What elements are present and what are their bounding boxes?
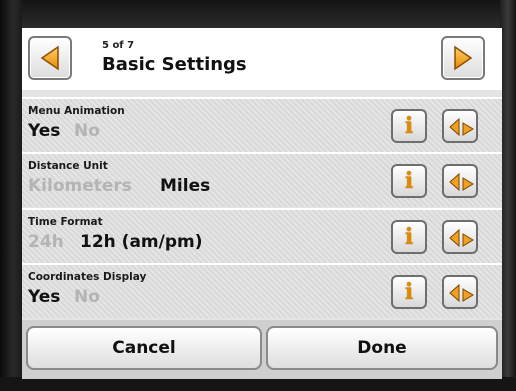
previous-page-button[interactable] [28, 36, 72, 80]
info-icon: i [404, 224, 414, 250]
option-yes[interactable]: Yes [28, 121, 60, 141]
setting-row-time-format: Time Format 24h 12h (am/pm) i [22, 208, 502, 263]
dialog-footer: Cancel Done [22, 320, 502, 379]
toggle-arrows-icon [449, 228, 474, 248]
toggle-value-button[interactable] [442, 164, 478, 198]
info-button[interactable]: i [391, 109, 427, 143]
setting-label: Distance Unit [28, 160, 108, 172]
info-button[interactable]: i [391, 220, 427, 254]
setting-row-distance-unit: Distance Unit Kilometers Miles i [22, 152, 502, 207]
option-no[interactable]: No [74, 287, 100, 307]
info-button[interactable]: i [391, 164, 427, 198]
page-indicator: 5 of 7 [102, 40, 135, 51]
toggle-arrows-icon [449, 172, 474, 192]
setting-row-coordinates-display: Coordinates Display Yes No i [22, 263, 502, 318]
option-24h[interactable]: 24h [28, 232, 64, 252]
map-background-right [500, 0, 516, 391]
map-background-top [0, 0, 516, 28]
toggle-value-button[interactable] [442, 220, 478, 254]
info-icon: i [404, 168, 414, 194]
option-kilometers[interactable]: Kilometers [28, 176, 132, 196]
option-no[interactable]: No [74, 121, 100, 141]
setting-label: Coordinates Display [28, 271, 147, 283]
left-arrow-icon [40, 45, 59, 71]
option-yes[interactable]: Yes [28, 287, 60, 307]
next-page-button[interactable] [441, 36, 485, 80]
setting-label: Menu Animation [28, 105, 125, 117]
info-icon: i [404, 113, 414, 139]
map-background-bottom [0, 377, 516, 391]
info-button[interactable]: i [391, 275, 427, 309]
right-arrow-icon [454, 45, 473, 71]
setting-label: Time Format [28, 216, 103, 228]
settings-header: 5 of 7 Basic Settings [22, 28, 502, 90]
toggle-arrows-icon [449, 117, 474, 137]
info-icon: i [404, 279, 414, 305]
toggle-value-button[interactable] [442, 109, 478, 143]
done-button[interactable]: Done [266, 326, 498, 370]
toggle-value-button[interactable] [442, 275, 478, 309]
toggle-arrows-icon [449, 283, 474, 303]
map-background-left [0, 0, 22, 391]
setting-row-menu-animation: Menu Animation Yes No i [22, 97, 502, 152]
option-12h[interactable]: 12h (am/pm) [80, 232, 203, 252]
cancel-button[interactable]: Cancel [26, 326, 262, 370]
settings-panel: 5 of 7 Basic Settings Menu Animation Yes… [22, 28, 502, 379]
page-title: Basic Settings [102, 54, 247, 75]
option-miles[interactable]: Miles [160, 176, 210, 196]
